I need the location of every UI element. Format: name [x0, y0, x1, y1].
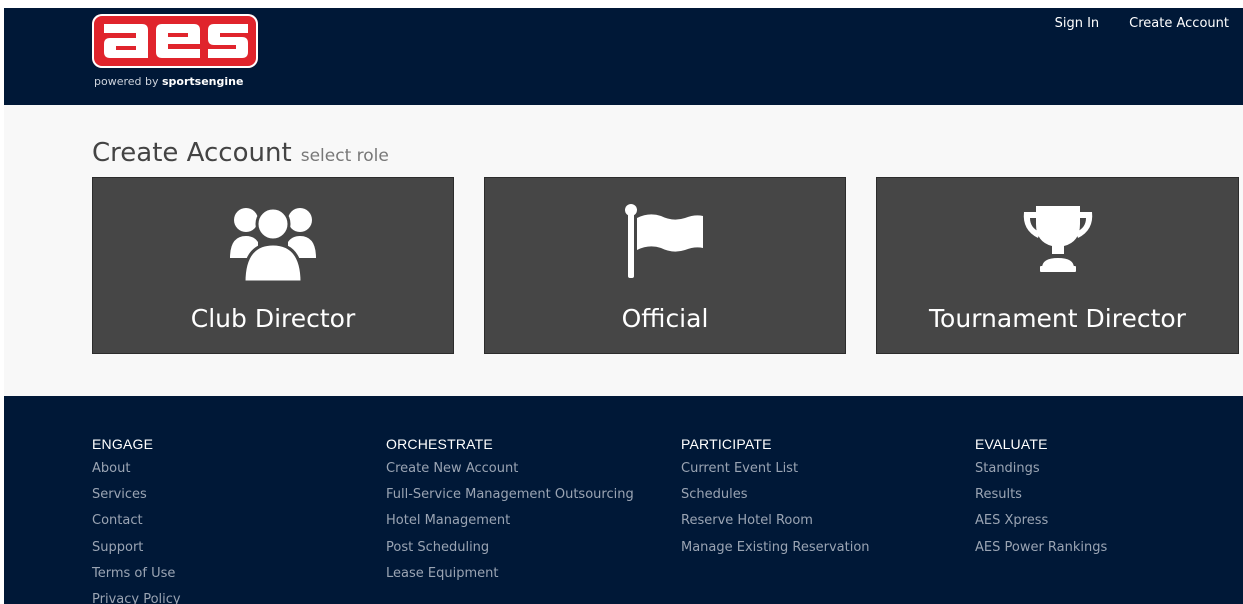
footer-link-lease-equipment[interactable]: Lease Equipment — [386, 563, 634, 589]
footer-link-hotel-management[interactable]: Hotel Management — [386, 510, 634, 536]
footer-link-results[interactable]: Results — [975, 484, 1107, 510]
footer-link-manage-reservation[interactable]: Manage Existing Reservation — [681, 537, 870, 563]
page: powered by sportsengine Sign In Create A… — [4, 8, 1243, 604]
users-group-icon — [230, 206, 316, 284]
footer-link-schedules[interactable]: Schedules — [681, 484, 870, 510]
footer-link-terms-of-use[interactable]: Terms of Use — [92, 563, 181, 589]
page-title: Create Account select role — [92, 138, 389, 168]
footer-link-aes-power-rankings[interactable]: AES Power Rankings — [975, 537, 1107, 563]
footer-heading: EVALUATE — [975, 436, 1048, 452]
footer-column-engage: ENGAGE About Services Contact Support Te… — [92, 436, 181, 604]
role-label: Tournament Director — [929, 304, 1186, 333]
footer-column-orchestrate: ORCHESTRATE Create New Account Full-Serv… — [386, 436, 634, 589]
create-account-link[interactable]: Create Account — [1129, 16, 1229, 31]
footer-link-services[interactable]: Services — [92, 484, 181, 510]
sign-in-link[interactable]: Sign In — [1055, 16, 1100, 31]
flag-icon — [625, 204, 703, 278]
footer-column-evaluate: EVALUATE Standings Results AES Xpress AE… — [975, 436, 1107, 563]
footer-link-privacy-policy[interactable]: Privacy Policy — [92, 589, 181, 604]
footer-link-reserve-hotel-room[interactable]: Reserve Hotel Room — [681, 510, 870, 536]
trophy-icon — [1023, 206, 1092, 272]
top-nav: Sign In Create Account — [1055, 16, 1229, 31]
footer-link-create-new-account[interactable]: Create New Account — [386, 458, 634, 484]
site-header: powered by sportsengine Sign In Create A… — [4, 8, 1243, 105]
page-subtitle: select role — [300, 146, 389, 166]
footer-heading: ORCHESTRATE — [386, 436, 493, 452]
role-card-club-director[interactable]: Club Director — [92, 177, 454, 354]
role-label: Club Director — [190, 304, 356, 333]
page-title-text: Create Account — [92, 138, 292, 168]
footer-link-contact[interactable]: Contact — [92, 510, 181, 536]
site-footer: ENGAGE About Services Contact Support Te… — [4, 396, 1243, 604]
footer-link-post-scheduling[interactable]: Post Scheduling — [386, 537, 634, 563]
aes-logo[interactable]: powered by sportsengine — [92, 14, 258, 94]
role-card-tournament-director[interactable]: Tournament Director — [876, 177, 1239, 354]
logo-tagline: powered by sportsengine — [94, 75, 244, 88]
footer-link-support[interactable]: Support — [92, 537, 181, 563]
footer-link-current-event-list[interactable]: Current Event List — [681, 458, 870, 484]
footer-link-about[interactable]: About — [92, 458, 181, 484]
role-card-official[interactable]: Official — [484, 177, 846, 354]
role-label: Official — [621, 304, 709, 333]
aes-wordmark-icon — [104, 24, 248, 58]
aes-logo-mark — [92, 14, 258, 68]
footer-column-participate: PARTICIPATE Current Event List Schedules… — [681, 436, 870, 563]
footer-link-standings[interactable]: Standings — [975, 458, 1107, 484]
footer-heading: PARTICIPATE — [681, 436, 772, 452]
footer-link-aes-xpress[interactable]: AES Xpress — [975, 510, 1107, 536]
footer-link-full-service-management[interactable]: Full-Service Management Outsourcing — [386, 484, 634, 510]
footer-heading: ENGAGE — [92, 436, 154, 452]
